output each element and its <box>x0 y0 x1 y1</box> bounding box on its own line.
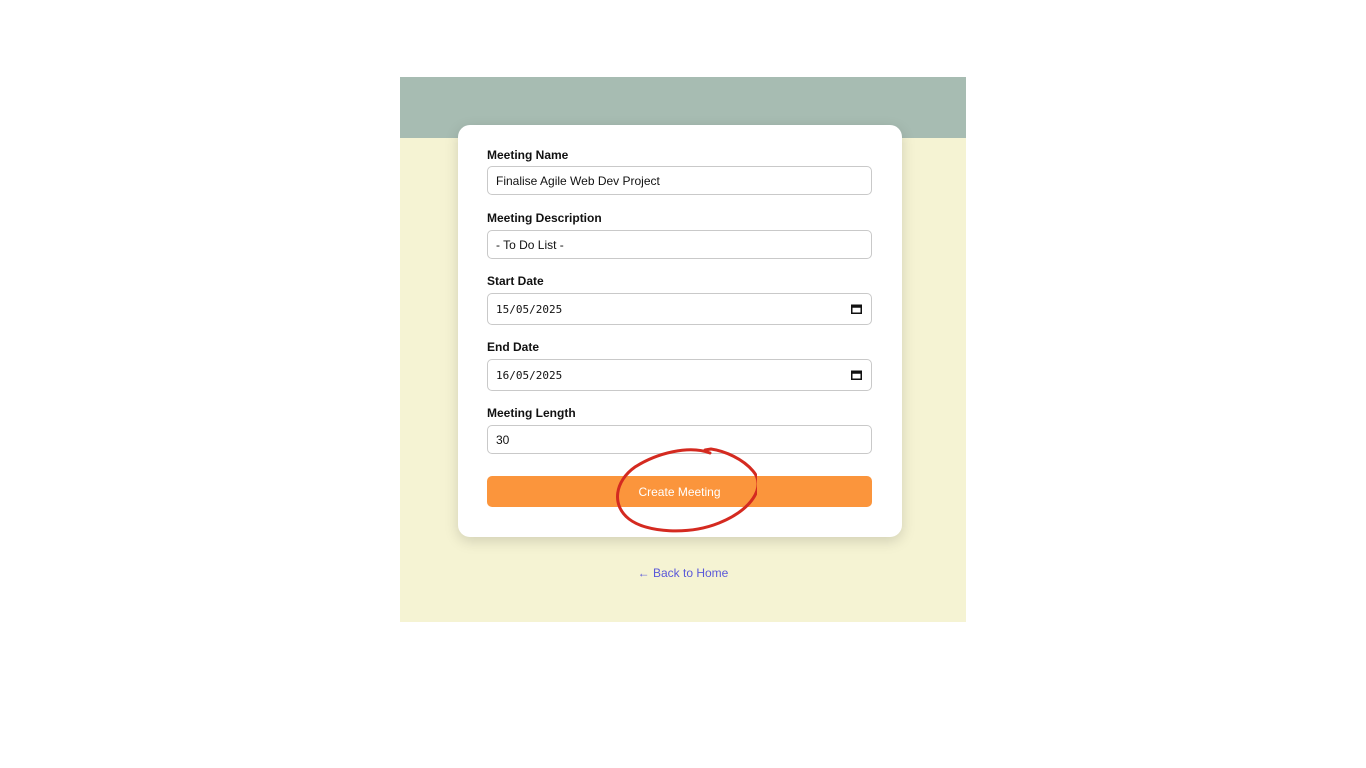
create-meeting-button[interactable]: Create Meeting <box>487 476 872 507</box>
calendar-icon[interactable] <box>851 304 862 314</box>
back-to-home-link[interactable]: ← Back to Home <box>400 566 966 580</box>
meeting-description-label: Meeting Description <box>487 211 602 225</box>
calendar-icon[interactable] <box>851 370 862 380</box>
meeting-length-label: Meeting Length <box>487 406 576 420</box>
meeting-name-input[interactable] <box>487 166 872 195</box>
meeting-name-label: Meeting Name <box>487 148 569 162</box>
create-meeting-form: Meeting Name Meeting Description Start D… <box>458 125 902 537</box>
start-date-input[interactable]: 15/05/2025 <box>487 293 872 325</box>
meeting-description-input[interactable] <box>487 230 872 259</box>
start-date-label: Start Date <box>487 274 544 288</box>
meeting-length-input[interactable] <box>487 425 872 454</box>
end-date-value: 16/05/2025 <box>496 369 563 382</box>
page-frame: Meeting Name Meeting Description Start D… <box>400 77 966 622</box>
start-date-value: 15/05/2025 <box>496 303 563 316</box>
end-date-label: End Date <box>487 340 540 354</box>
end-date-input[interactable]: 16/05/2025 <box>487 359 872 391</box>
